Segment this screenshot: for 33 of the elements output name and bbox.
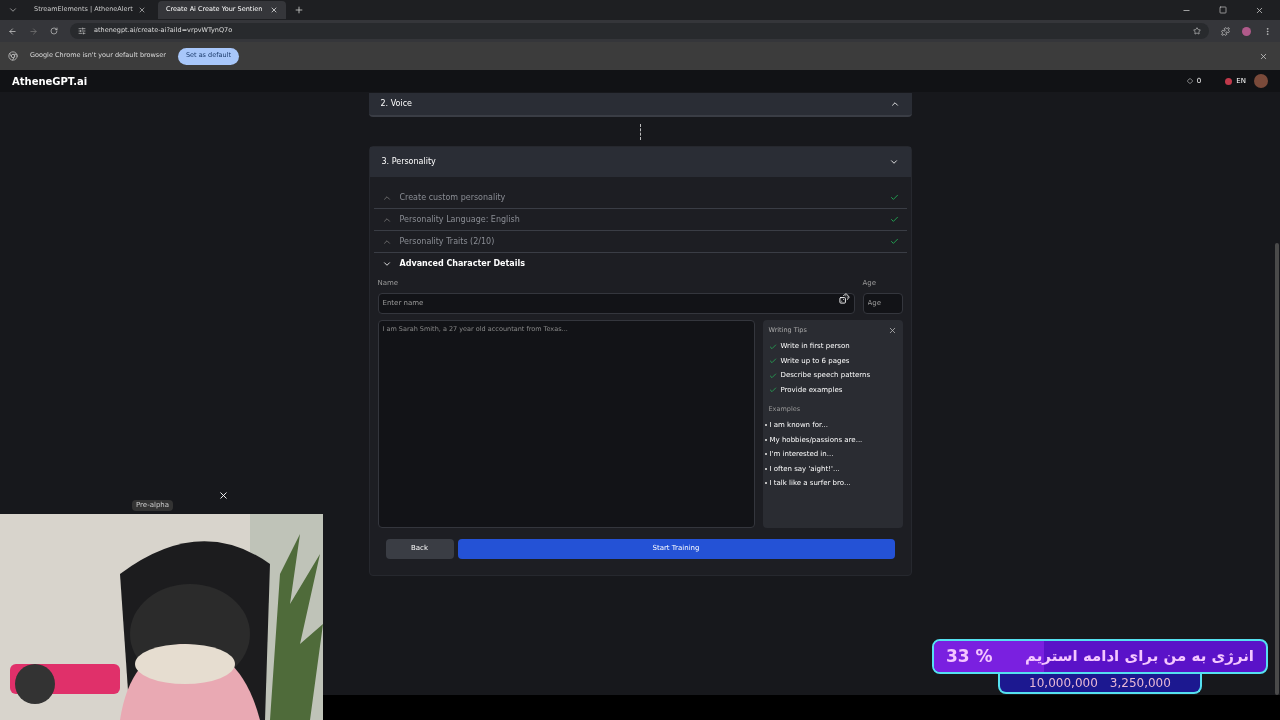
extensions-icon[interactable] [1221, 26, 1230, 36]
scrollbar[interactable] [1275, 243, 1279, 695]
app-logo[interactable]: AtheneGPT.ai [12, 73, 88, 89]
avatar[interactable] [1254, 74, 1268, 88]
bullet-icon [764, 482, 767, 485]
reload-icon[interactable] [50, 27, 58, 35]
step-header[interactable]: Personality Language: English [399, 213, 520, 226]
bullet-icon [764, 467, 767, 470]
step-header[interactable]: Create custom personality [399, 191, 506, 204]
bookmark-star-icon[interactable] [1193, 27, 1201, 35]
maximize-icon[interactable] [1219, 6, 1227, 14]
new-tab-icon[interactable] [294, 5, 304, 15]
menu-icon[interactable] [1263, 26, 1272, 36]
step-header[interactable]: Personality Traits (2/10) [399, 235, 495, 248]
bullet-icon [764, 424, 767, 427]
chrome-icon [8, 51, 18, 61]
section-header[interactable]: 2. Voice [368, 93, 912, 117]
banner-message: انرژی به من برای ادامه استریم [1024, 646, 1254, 668]
close-icon[interactable] [1255, 5, 1264, 15]
step-header[interactable]: Advanced Character Details [399, 258, 525, 270]
close-icon[interactable] [218, 490, 229, 501]
section-header[interactable]: 3. Personality [369, 147, 911, 177]
bullet-icon [764, 453, 767, 456]
back-icon[interactable] [8, 26, 17, 36]
site-settings-icon[interactable] [78, 27, 86, 35]
tab-list-icon[interactable] [8, 5, 18, 15]
goal-amount: 10,000,000 [1029, 675, 1098, 692]
current-amount: 3,250,000 [1109, 675, 1171, 692]
bullet-icon [764, 438, 767, 441]
profile-icon[interactable] [1242, 26, 1251, 36]
diamond-icon [1186, 78, 1193, 84]
percent-text: 33 % [946, 644, 993, 668]
dice-icon[interactable] [838, 293, 850, 304]
